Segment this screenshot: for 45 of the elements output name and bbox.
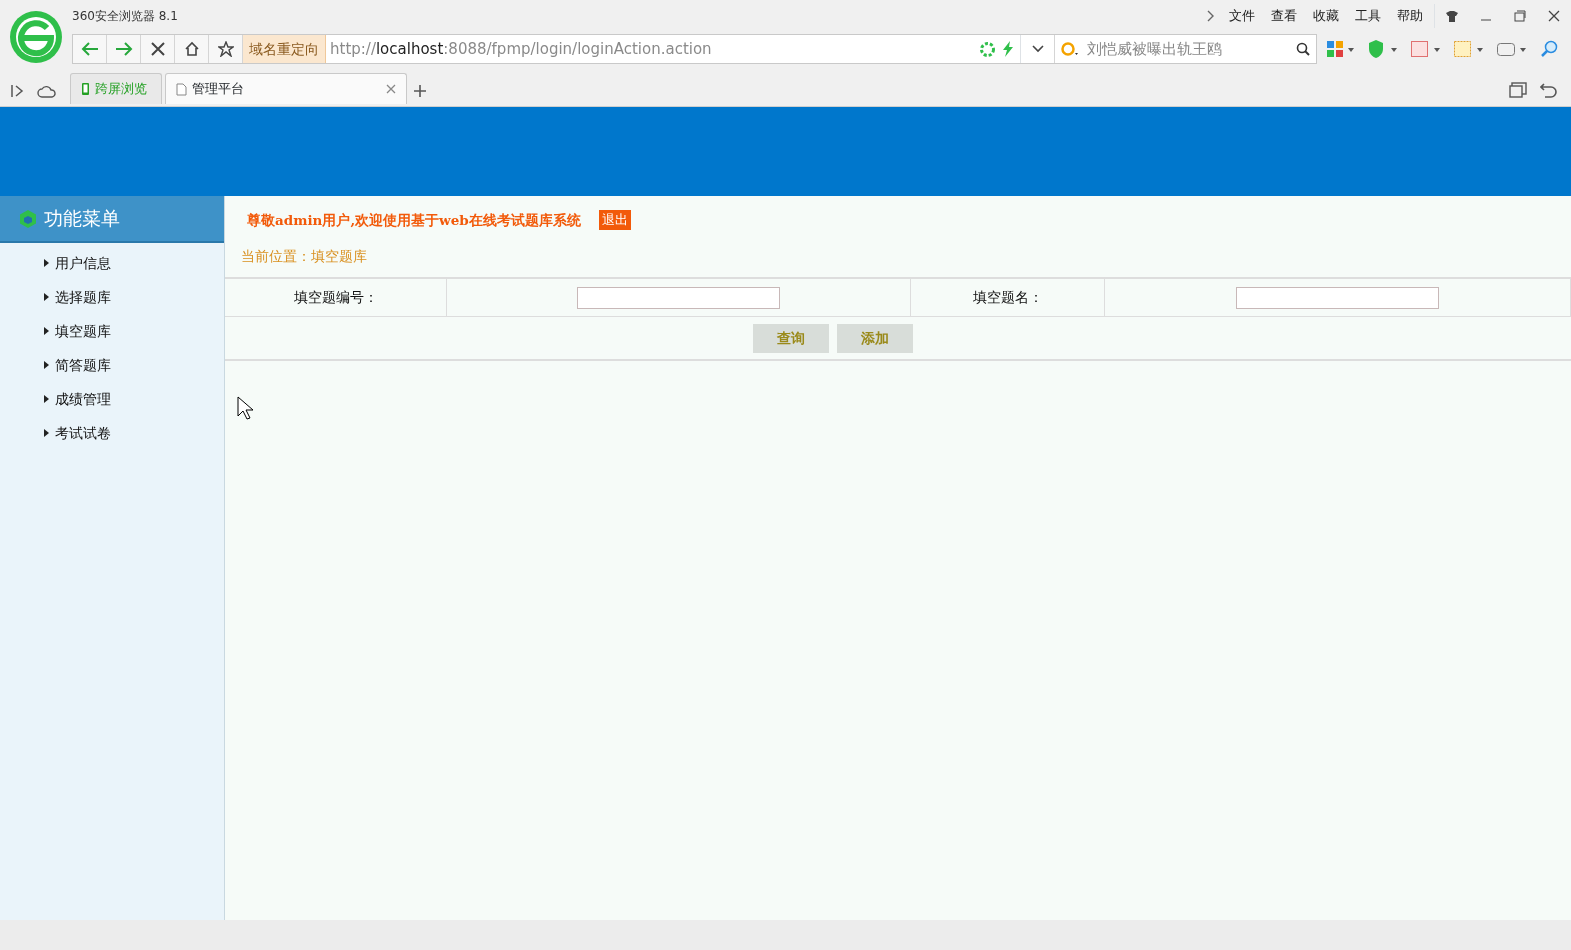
screenshot-icon[interactable] [1454, 40, 1484, 58]
phone-icon [81, 82, 90, 96]
field-label: 填空题编号： [293, 288, 378, 307]
gamepad-icon[interactable] [1497, 40, 1527, 58]
sidebar-toggle-icon[interactable] [10, 83, 24, 98]
triangle-icon [44, 293, 49, 302]
new-tab-icon[interactable] [413, 83, 428, 98]
tab-label: 管理平台 [192, 80, 244, 99]
triangle-icon [44, 259, 49, 268]
sidebar-item[interactable]: 考试试卷 [0, 416, 224, 451]
cube-icon [18, 208, 38, 229]
sidebar-item[interactable]: 填空题库 [0, 314, 224, 349]
sidebar-title: 功能菜单 [44, 206, 120, 232]
menu-item[interactable]: 工具 [1346, 6, 1389, 26]
input-field[interactable] [577, 286, 780, 309]
tab-label: 跨屏浏览 [95, 80, 147, 99]
cursor-icon [237, 396, 253, 420]
undo-icon[interactable] [1540, 81, 1558, 98]
input-field[interactable] [1236, 286, 1439, 309]
cloud-icon[interactable] [37, 83, 57, 98]
breadcrumb: 当前位置：填空题库 [241, 248, 367, 264]
menu-item[interactable]: 文件 [1220, 6, 1263, 26]
browser-logo-icon [9, 10, 63, 64]
menu-item[interactable]: 收藏 [1304, 6, 1347, 26]
window-title: 360安全浏览器 8.1 [72, 8, 178, 25]
welcome-message: 尊敬admin用户,欢迎使用基于web在线考试题库系统 [247, 210, 581, 230]
magnifier-icon[interactable] [1540, 40, 1558, 58]
apps-icon[interactable] [1327, 40, 1355, 58]
triangle-icon [44, 395, 49, 404]
menu-item[interactable]: 帮助 [1388, 6, 1431, 26]
triangle-icon [44, 361, 49, 370]
menu-item[interactable]: 查看 [1262, 6, 1305, 26]
chevron-icon[interactable] [1206, 10, 1215, 22]
browser-tab[interactable]: 管理平台 [165, 73, 407, 104]
document-icon[interactable] [1411, 40, 1441, 58]
sidebar-item[interactable]: 简答题库 [0, 348, 224, 383]
page-icon [176, 82, 187, 96]
window-list-icon[interactable] [1509, 81, 1527, 98]
sidebar-item[interactable]: 成绩管理 [0, 382, 224, 417]
shield-icon[interactable] [1368, 40, 1398, 58]
triangle-icon [44, 429, 49, 438]
sidebar-item[interactable]: 用户信息 [0, 246, 224, 281]
triangle-icon [44, 327, 49, 336]
field-label: 填空题名： [972, 288, 1043, 307]
sidebar-item[interactable]: 选择题库 [0, 280, 224, 315]
